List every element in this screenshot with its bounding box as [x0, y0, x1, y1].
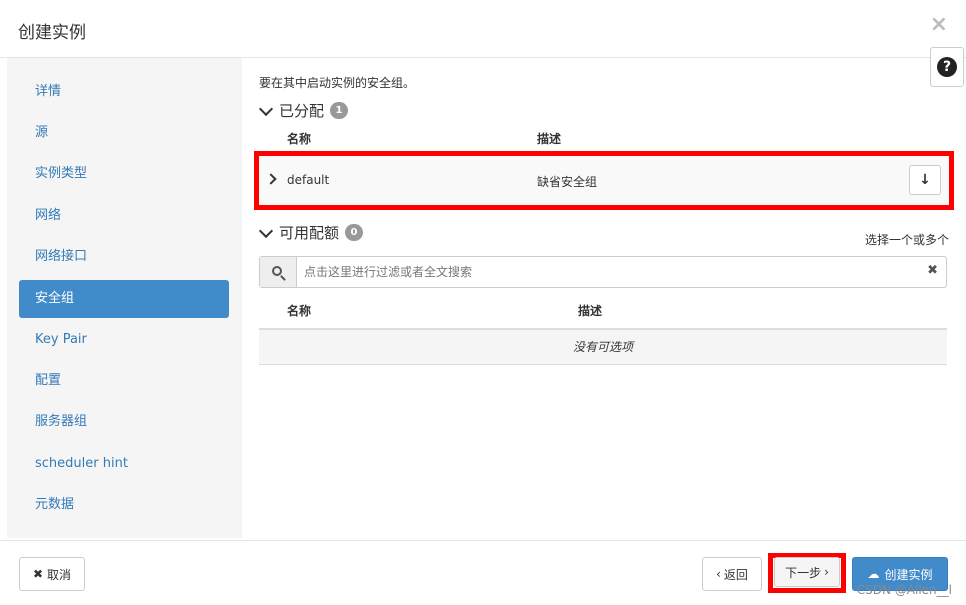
panel-description: 要在其中启动实例的安全组。	[259, 76, 416, 90]
cloud-upload-icon: ☁	[867, 567, 880, 581]
close-icon: ✖	[32, 567, 44, 581]
cancel-button[interactable]: ✖ 取消	[19, 557, 85, 591]
next-button[interactable]: 下一步 ›	[774, 557, 840, 587]
dialog-footer: ✖ 取消 ‹ 返回 下一步 › ☁ 创建实例 CSDN @Allen__l	[0, 540, 966, 605]
select-hint: 选择一个或多个	[864, 233, 949, 247]
available-col-desc: 描述	[578, 304, 603, 318]
dialog-header: 创建实例 ×	[0, 0, 966, 58]
available-title: 可用配额	[279, 224, 340, 242]
chevron-down-icon	[258, 101, 274, 116]
sidebar-item-details[interactable]: 详情	[19, 73, 229, 111]
sidebar-item-network[interactable]: 网络	[19, 197, 229, 235]
search-icon	[272, 266, 282, 276]
back-label: 返回	[723, 567, 748, 582]
sidebar-item-key-pair[interactable]: Key Pair	[19, 321, 229, 359]
sidebar-item-source[interactable]: 源	[19, 114, 229, 152]
dialog-title: 创建实例	[18, 23, 86, 43]
allocated-section-toggle[interactable]: 已分配 1	[258, 100, 349, 121]
empty-state: 没有可选项	[259, 330, 947, 365]
row-name: default	[287, 173, 330, 187]
sidebar-item-flavor[interactable]: 实例类型	[19, 155, 229, 193]
table-row[interactable]: default 缺省安全组 ↓	[259, 154, 949, 206]
available-count-badge: 0	[345, 224, 364, 241]
chevron-down-icon	[258, 223, 274, 238]
sidebar-item-scheduler-hint[interactable]: scheduler hint	[19, 445, 229, 483]
cancel-label: 取消	[47, 567, 72, 582]
sidebar-item-configuration[interactable]: 配置	[19, 362, 229, 400]
wizard-sidebar: 详情 源 实例类型 网络 网络接口 安全组 Key Pair 配置 服务器组 s…	[7, 58, 242, 538]
filter-search-bar: ✖	[259, 256, 947, 288]
allocated-count-badge: 1	[330, 102, 349, 119]
sidebar-item-network-ports[interactable]: 网络接口	[19, 238, 229, 276]
sidebar-item-server-groups[interactable]: 服务器组	[19, 403, 229, 441]
chevron-left-icon: ‹	[716, 567, 721, 581]
create-label: 创建实例	[884, 567, 933, 582]
highlight-box: 下一步 ›	[768, 553, 846, 593]
row-description: 缺省安全组	[537, 175, 598, 189]
sidebar-item-security-groups[interactable]: 安全组	[19, 280, 229, 318]
watermark: CSDN @Allen__l	[856, 583, 952, 597]
available-col-name: 名称	[287, 304, 312, 318]
deallocate-button[interactable]: ↓	[909, 165, 941, 195]
close-icon[interactable]: ×	[930, 12, 948, 37]
next-label: 下一步	[785, 565, 822, 580]
allocated-title: 已分配	[279, 102, 325, 120]
chevron-right-icon: ›	[824, 565, 829, 579]
allocated-col-desc: 描述	[537, 132, 562, 146]
create-instance-dialog: 创建实例 × ? 详情 源 实例类型 网络 网络接口 安全组 Key Pair …	[0, 0, 966, 605]
available-section-toggle[interactable]: 可用配额 0	[258, 222, 364, 243]
arrow-down-icon: ↓	[919, 172, 931, 188]
sidebar-item-metadata[interactable]: 元数据	[19, 486, 229, 524]
search-input[interactable]	[302, 257, 922, 287]
search-addon	[260, 257, 297, 287]
back-button[interactable]: ‹ 返回	[702, 557, 762, 591]
clear-icon[interactable]: ✖	[927, 263, 938, 278]
chevron-right-icon[interactable]	[265, 173, 277, 185]
allocated-col-name: 名称	[287, 132, 312, 146]
security-groups-panel: 要在其中启动实例的安全组。 已分配 1 名称 描述 default 缺省安全组 …	[254, 58, 954, 538]
